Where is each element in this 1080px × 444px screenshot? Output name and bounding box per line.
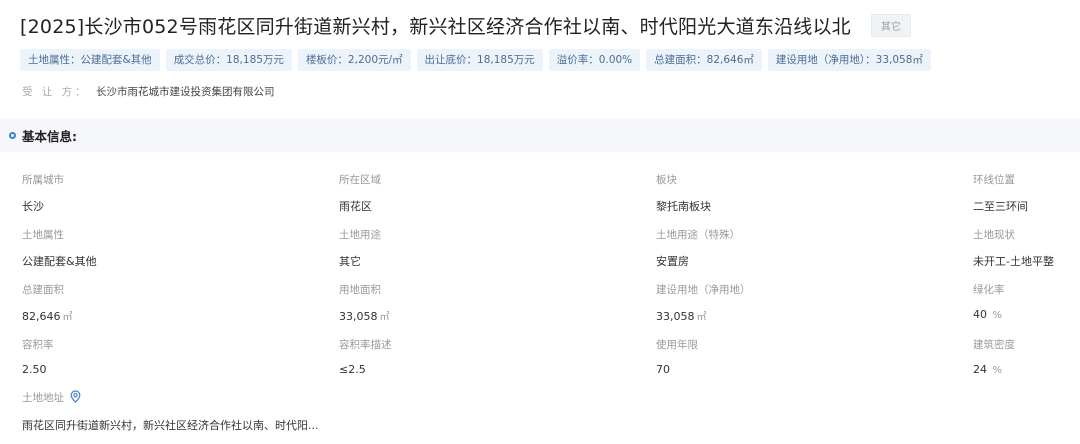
address-value: 雨花区同升街道新兴村，新兴社区经济合作社以南、时代阳... <box>22 419 319 432</box>
info-label: 使用年限 <box>656 339 698 351</box>
tag-land-attribute: 土地属性：公建配套&其他 <box>20 49 160 71</box>
info-land-attribute: 土地属性 公建配套&其他 <box>22 227 97 269</box>
info-district: 所在区域 雨花区 <box>339 172 381 214</box>
info-address: 土地地址 雨花区同升街道新兴村，新兴社区经济合作社以南、时代阳... <box>22 390 319 433</box>
info-value: 24 % <box>973 363 1015 376</box>
page-title: [2025]长沙市052号雨花区同升街道新兴村，新兴社区经济合作社以南、时代阳光… <box>20 16 851 38</box>
info-use-years: 使用年限 70 <box>656 337 698 376</box>
value-unit: ㎡ <box>62 312 73 323</box>
section-header: 基本信息: <box>0 118 1080 152</box>
location-pin-icon[interactable] <box>70 390 81 406</box>
value-unit: % <box>992 310 1003 321</box>
buyer-name: 长沙市雨花城市建设投资集团有限公司 <box>96 86 275 98</box>
value-unit: ㎡ <box>379 312 390 323</box>
tag-construction-land: 建设用地（净用地）：33,058㎡ <box>767 49 931 71</box>
info-value: 雨花区 <box>339 200 372 213</box>
info-label: 容积率描述 <box>339 339 392 351</box>
info-value: 公建配套&其他 <box>22 255 97 268</box>
info-building-density: 建筑密度 24 % <box>973 337 1015 376</box>
info-value: 33,058 ㎡ <box>339 308 390 323</box>
info-land-status: 土地现状 未开工-土地平整 <box>973 227 1054 269</box>
address-label: 土地地址 <box>22 392 64 404</box>
info-label: 总建面积 <box>22 284 64 296</box>
info-label: 土地现状 <box>973 229 1015 241</box>
info-label: 建设用地（净用地） <box>656 284 751 296</box>
info-land-use: 土地用途 其它 <box>339 227 381 269</box>
info-value: 未开工-土地平整 <box>973 255 1054 268</box>
tag-floor-price: 楼板价：2,200元/㎡ <box>297 49 411 71</box>
value-number: 33,058 <box>656 310 695 323</box>
info-label: 所属城市 <box>22 174 64 186</box>
info-label: 建筑密度 <box>973 339 1015 351</box>
info-label: 环线位置 <box>973 174 1015 186</box>
value-unit: % <box>992 365 1003 376</box>
info-value: ≤2.5 <box>339 363 366 376</box>
info-label: 土地用途（特殊） <box>656 229 740 241</box>
info-label: 绿化率 <box>973 284 1005 296</box>
info-value: 黎托南板块 <box>656 200 711 213</box>
title-row: [2025]长沙市052号雨花区同升街道新兴村，新兴社区经济合作社以南、时代阳光… <box>20 12 911 39</box>
value-unit: ㎡ <box>696 312 707 323</box>
info-site-area: 用地面积 33,058 ㎡ <box>339 282 390 323</box>
tag-premium-rate: 溢价率：0.00% <box>548 49 641 71</box>
info-value: 33,058 ㎡ <box>656 308 751 323</box>
info-ring: 环线位置 二至三环间 <box>973 172 1028 214</box>
info-plot-ratio: 容积率 2.50 <box>22 337 54 376</box>
info-value: 40 % <box>973 308 1005 321</box>
tag-reserve-price: 出让底价：18,185万元 <box>416 49 543 71</box>
info-label: 容积率 <box>22 339 54 351</box>
info-label: 土地属性 <box>22 229 64 241</box>
tag-total-floor-area: 总建面积：82,646㎡ <box>646 49 762 71</box>
info-label: 板块 <box>656 174 677 186</box>
section-title: 基本信息: <box>22 128 77 144</box>
info-value: 其它 <box>339 255 361 268</box>
info-label: 土地用途 <box>339 229 381 241</box>
value-number: 33,058 <box>339 310 378 323</box>
summary-tags: 土地属性：公建配套&其他 成交总价：18,185万元 楼板价：2,200元/㎡ … <box>20 49 931 71</box>
info-construction-land: 建设用地（净用地） 33,058 ㎡ <box>656 282 751 323</box>
buyer-label: 受 让 方： <box>22 86 89 98</box>
info-block: 板块 黎托南板块 <box>656 172 711 214</box>
info-value: 70 <box>656 363 670 376</box>
circle-bullet-icon <box>9 131 16 139</box>
info-green-rate: 绿化率 40 % <box>973 282 1005 321</box>
value-number: 82,646 <box>22 310 61 323</box>
type-badge: 其它 <box>870 14 911 37</box>
info-city: 所属城市 长沙 <box>22 172 64 214</box>
info-label: 所在区域 <box>339 174 381 186</box>
info-label: 用地面积 <box>339 284 381 296</box>
info-value: 长沙 <box>22 200 44 213</box>
info-value: 82,646 ㎡ <box>22 308 73 323</box>
buyer-row: 受 让 方： 长沙市雨花城市建设投资集团有限公司 <box>22 84 275 99</box>
info-value: 二至三环间 <box>973 200 1028 213</box>
info-value: 安置房 <box>656 255 689 268</box>
info-plot-ratio-desc: 容积率描述 ≤2.5 <box>339 337 392 376</box>
value-number: 40 <box>973 308 987 321</box>
info-value: 2.50 <box>22 363 47 376</box>
tag-total-price: 成交总价：18,185万元 <box>165 49 292 71</box>
info-land-use-special: 土地用途（特殊） 安置房 <box>656 227 740 269</box>
info-total-floor-area: 总建面积 82,646 ㎡ <box>22 282 73 323</box>
info-label: 土地地址 <box>22 390 319 406</box>
value-number: 24 <box>973 363 987 376</box>
